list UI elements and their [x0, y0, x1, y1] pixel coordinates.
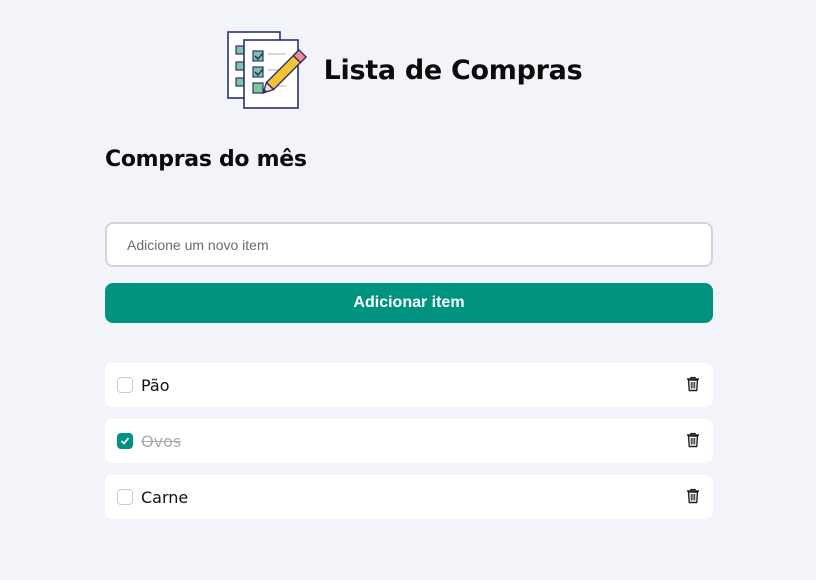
page-title: Compras do mês — [105, 147, 307, 172]
app-title: Lista de Compras — [323, 54, 583, 86]
add-item-button[interactable]: Adicionar item — [105, 283, 713, 323]
checklist-pencil-icon — [226, 31, 307, 109]
new-item-input[interactable] — [105, 222, 713, 267]
item-checkbox[interactable] — [117, 489, 133, 505]
check-icon — [120, 437, 130, 445]
item-label: Carne — [141, 487, 189, 507]
list-item: Ovos — [105, 419, 713, 463]
trash-icon[interactable] — [686, 432, 700, 448]
shopping-list: Pão Ovos Carne — [105, 363, 713, 531]
item-label: Ovos — [141, 431, 182, 451]
item-checkbox[interactable] — [117, 377, 133, 393]
trash-icon[interactable] — [686, 488, 700, 504]
trash-icon[interactable] — [686, 376, 700, 392]
list-item: Carne — [105, 475, 713, 519]
item-label: Pão — [141, 375, 170, 395]
item-checkbox[interactable] — [117, 433, 133, 449]
app-header: Lista de Compras — [0, 28, 816, 112]
list-item: Pão — [105, 363, 713, 407]
